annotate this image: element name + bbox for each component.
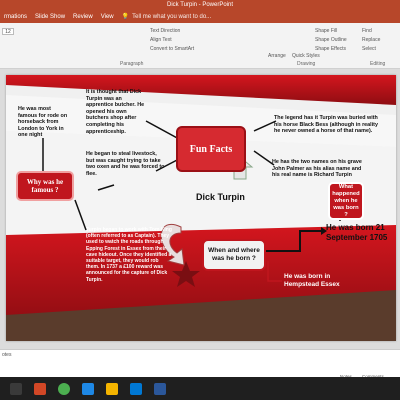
tab-view[interactable]: View bbox=[101, 14, 114, 20]
convert-smartart-button[interactable]: Convert to SmartArt bbox=[150, 46, 194, 52]
title-bar: Dick Turpin - PowerPoint bbox=[0, 0, 400, 10]
text-direction-button[interactable]: Text Direction bbox=[150, 28, 180, 34]
quick-styles-button[interactable]: Quick Styles bbox=[292, 53, 320, 59]
slide-canvas[interactable]: Fun Facts Why was he famous ? When and w… bbox=[6, 75, 396, 341]
folder-icon[interactable] bbox=[106, 382, 118, 395]
lightbulb-icon: 💡 bbox=[121, 14, 130, 20]
ribbon: 12 Text Direction Align Text Convert to … bbox=[0, 23, 400, 69]
what-happened-box[interactable]: What happened when he was born ? bbox=[328, 182, 364, 220]
names-text: He has the two names on his grave John P… bbox=[272, 159, 362, 179]
slide-editing-area: Fun Facts Why was he famous ? When and w… bbox=[0, 69, 400, 349]
align-text-button[interactable]: Align Text bbox=[150, 37, 172, 43]
slide-title: Dick Turpin bbox=[196, 192, 245, 202]
born-place-text: He was born in Hempstead Essex bbox=[284, 273, 340, 288]
window-title: Dick Turpin - PowerPoint bbox=[166, 2, 234, 8]
famous-text: He was most famous for rode on horseback… bbox=[18, 106, 68, 139]
butcher-text: It is thought that Dick Turpin was an ap… bbox=[86, 89, 145, 135]
select-button[interactable]: Select bbox=[362, 46, 376, 52]
browser-icon[interactable] bbox=[82, 382, 94, 395]
replace-button[interactable]: Replace bbox=[362, 37, 380, 43]
born-date-text: He was born 21 September 1705 bbox=[326, 223, 388, 242]
word-icon[interactable] bbox=[154, 382, 166, 395]
powerpoint-taskbar-icon[interactable] bbox=[34, 382, 46, 395]
tell-me-box[interactable]: 💡 Tell me what you want to do... bbox=[121, 13, 212, 21]
shape-effects-button[interactable]: Shape Effects bbox=[315, 46, 346, 52]
fun-facts-box[interactable]: Fun Facts bbox=[176, 126, 246, 172]
editing-group-label: Editing bbox=[370, 61, 386, 67]
ribbon-tabs: rmations Slide Show Review View 💡 Tell me… bbox=[0, 10, 400, 23]
tell-me-text: Tell me what you want to do... bbox=[132, 13, 212, 20]
gang-text: Turpin began to work with Tom King (ofte… bbox=[86, 227, 172, 283]
tab-slide-show[interactable]: Slide Show bbox=[35, 14, 65, 20]
store-icon[interactable] bbox=[130, 382, 142, 395]
livestock-text: He began to steal livestock, but was cau… bbox=[86, 151, 165, 177]
notes-pane[interactable]: otes Notes Comments bbox=[0, 349, 400, 379]
notes-label: otes bbox=[2, 352, 12, 358]
font-size-select[interactable]: 12 bbox=[2, 28, 14, 35]
buried-text: The legend has it Turpin was buried with… bbox=[274, 115, 378, 135]
shape-fill-button[interactable]: Shape Fill bbox=[315, 28, 337, 34]
arrange-button[interactable]: Arrange bbox=[268, 53, 286, 59]
drawing-group-label: Drawing bbox=[297, 61, 316, 67]
start-icon[interactable] bbox=[10, 382, 22, 395]
why-famous-box[interactable]: Why was he famous ? bbox=[16, 171, 74, 201]
shape-outline-button[interactable]: Shape Outline bbox=[315, 37, 347, 43]
when-where-box[interactable]: When and where was he born ? bbox=[202, 239, 266, 271]
taskbar bbox=[0, 377, 400, 400]
tab-review[interactable]: Review bbox=[73, 14, 93, 20]
chrome-icon[interactable] bbox=[58, 382, 70, 395]
find-button[interactable]: Find bbox=[362, 28, 372, 34]
tab-transitions[interactable]: rmations bbox=[4, 14, 27, 20]
paragraph-group-label: Paragraph bbox=[120, 61, 144, 67]
